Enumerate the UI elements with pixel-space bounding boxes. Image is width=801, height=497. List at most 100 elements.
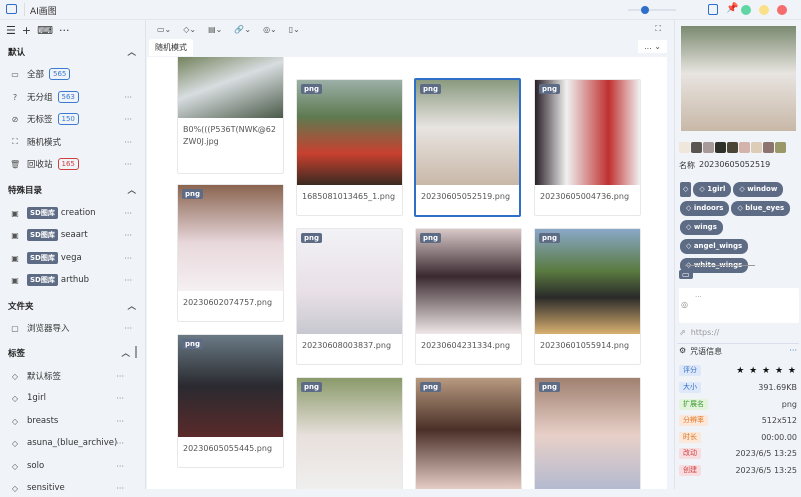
sidebar-item-trash[interactable]: 🗑 回收站 165 ··· xyxy=(0,155,146,173)
sidebar: ☰ + ⌨ ··· 默认 ︿ ▭ 全部 565 ? 无分组 563 ··· ⊘ 无标签 150 ··· … xyxy=(0,20,146,493)
image-card[interactable]: png 20230601055914.png xyxy=(534,228,641,365)
image-thumbnail[interactable]: png xyxy=(297,229,402,334)
rating-stars[interactable]: ★ ★ ★ ★ ★ xyxy=(736,366,797,376)
image-card[interactable]: png 20230608003837.png xyxy=(296,228,403,365)
tag-icon: ◇ xyxy=(11,393,19,403)
tag-chip[interactable]: ◇ wings xyxy=(680,220,723,235)
info-modified: 改动 2023/6/5 13:25 xyxy=(679,447,797,460)
zoom-slider-handle[interactable] xyxy=(641,6,649,14)
section-special[interactable]: 特殊目录 ︿ xyxy=(0,181,146,199)
color-swatch[interactable] xyxy=(715,142,726,153)
tag-item[interactable]: ◇ sensitive ··· xyxy=(0,479,146,497)
image-thumbnail[interactable]: png xyxy=(297,80,402,185)
tag-item[interactable]: ◇ solo ··· xyxy=(0,457,146,475)
question-icon: ? xyxy=(12,92,18,102)
color-swatch[interactable] xyxy=(751,142,762,153)
sidebar-toggle-icon[interactable] xyxy=(6,4,17,14)
chevron-up-icon[interactable]: ︿ xyxy=(121,347,130,359)
image-thumbnail[interactable]: png xyxy=(535,229,640,334)
color-swatch[interactable] xyxy=(727,142,738,153)
zoom-slider[interactable] xyxy=(628,9,676,11)
add-folder-button[interactable]: ▭ xyxy=(679,270,693,279)
image-card[interactable]: B0%(((P536T(NWK@62ZW0J.jpg xyxy=(177,57,284,174)
image-card[interactable]: png 20230605055445.png xyxy=(177,334,284,468)
tab-random-mode[interactable]: 随机模式 xyxy=(149,39,193,56)
sidebar-item-creation[interactable]: ▣ SD图库 creation ··· xyxy=(0,204,146,222)
sidebar-item-ungrouped[interactable]: ? 无分组 563 ··· xyxy=(0,88,146,106)
image-card[interactable]: png 20230602074757.png xyxy=(177,184,284,322)
tag-chip[interactable]: ◇ 1girl xyxy=(693,182,732,197)
image-card[interactable]: png xyxy=(415,377,522,489)
keyboard-icon[interactable]: ⌨ xyxy=(37,24,53,37)
section-default[interactable]: 默认 ︿ xyxy=(0,43,146,61)
image-thumbnail[interactable]: png xyxy=(297,378,402,489)
tag-chip[interactable]: ◇ angel_wings xyxy=(680,239,749,254)
sidebar-item-all[interactable]: ▭ 全部 565 xyxy=(0,65,146,83)
color-swatch[interactable] xyxy=(775,142,786,153)
color-swatch[interactable] xyxy=(739,142,750,153)
tag-chip[interactable]: ◇ window xyxy=(733,182,784,197)
image-icon: ▣ xyxy=(11,253,19,263)
tag-item[interactable]: ◇ 1girl ··· xyxy=(0,389,146,407)
sidebar-item-untagged[interactable]: ⊘ 无标签 150 ··· xyxy=(0,110,146,128)
tab-menu-button[interactable]: ... ⌄ xyxy=(638,40,667,53)
note-dropdown-icon[interactable]: ▤⌄ xyxy=(208,25,222,34)
color-swatch[interactable] xyxy=(691,142,702,153)
chevron-up-icon[interactable]: ︿ xyxy=(127,300,136,312)
color-swatch[interactable] xyxy=(679,142,690,153)
scrollbar[interactable] xyxy=(135,346,137,358)
image-thumbnail[interactable]: png xyxy=(535,378,640,489)
note-field[interactable]: ◎ ... xyxy=(679,288,799,323)
tag-dropdown-icon[interactable]: ◇⌄ xyxy=(183,25,196,34)
folder-dropdown-icon[interactable]: ▭⌄ xyxy=(157,25,171,34)
panel-toggle-icon[interactable] xyxy=(708,4,718,15)
sidebar-item-arthub[interactable]: ▣ SD图库 arthub ··· xyxy=(0,271,146,289)
info-more-button[interactable]: ··· xyxy=(789,346,797,357)
menu-icon[interactable]: ☰ xyxy=(6,24,16,37)
tag-chip[interactable]: ◇ indoors xyxy=(680,201,730,216)
fullscreen-icon[interactable]: ⛶ xyxy=(655,24,661,34)
window-maximize-button[interactable] xyxy=(741,5,751,15)
chevron-up-icon[interactable]: ︿ xyxy=(127,184,136,196)
image-card[interactable]: png 20230604231334.png xyxy=(415,228,522,365)
window-close-button[interactable] xyxy=(777,5,787,15)
tag-item[interactable]: ◇ breasts ··· xyxy=(0,412,146,430)
app-title: AI画图 xyxy=(30,7,57,17)
color-swatch[interactable] xyxy=(703,142,714,153)
window-minimize-button[interactable] xyxy=(759,5,769,15)
image-thumbnail[interactable]: png xyxy=(178,185,283,291)
preview-image[interactable] xyxy=(681,26,796,131)
file-dropdown-icon[interactable]: ▯⌄ xyxy=(289,25,300,34)
image-card[interactable]: png xyxy=(296,377,403,489)
image-thumbnail[interactable] xyxy=(178,57,283,118)
image-card[interactable]: png 20230605004736.png xyxy=(534,79,641,216)
sidebar-item-seaart[interactable]: ▣ SD图库 seaart ··· xyxy=(0,226,146,244)
more-icon[interactable]: ··· xyxy=(59,24,70,37)
image-thumbnail[interactable]: png xyxy=(416,229,521,334)
section-tags[interactable]: 标签 ︿ xyxy=(0,344,146,362)
image-thumbnail[interactable]: png xyxy=(416,80,519,185)
image-thumbnail[interactable]: png xyxy=(416,378,521,489)
link-icon: ⇗ xyxy=(679,328,686,337)
image-card[interactable]: png 1685081013465_1.png xyxy=(296,79,403,216)
link-dropdown-icon[interactable]: 🔗⌄ xyxy=(234,25,251,34)
image-card-selected[interactable]: png 20230605052519.png xyxy=(414,78,521,217)
image-card[interactable]: png xyxy=(534,377,641,489)
tag-item[interactable]: ◇ asuna_(blue_archive) ··· xyxy=(0,434,146,452)
sidebar-item-vega[interactable]: ▣ SD图库 vega ··· xyxy=(0,249,146,267)
sidebar-item-random-mode[interactable]: ⛶ 随机模式 ··· xyxy=(0,133,146,151)
image-thumbnail[interactable]: png xyxy=(535,80,640,185)
add-tag-button[interactable]: ◇ xyxy=(680,182,692,197)
tag-chip[interactable]: ◇ blue_eyes xyxy=(731,201,791,216)
color-swatch[interactable] xyxy=(763,142,774,153)
sidebar-item-browser-import[interactable]: ▢ 浏览器导入 ··· xyxy=(0,319,146,337)
chevron-up-icon[interactable]: ︿ xyxy=(127,46,136,58)
url-field[interactable]: ⇗ https:// xyxy=(679,328,719,337)
name-field[interactable]: 20230605052519 xyxy=(699,160,770,171)
tag-item[interactable]: ◇ 默认标签 ··· xyxy=(0,367,146,385)
pin-icon[interactable]: 📌 xyxy=(726,3,738,14)
section-folders[interactable]: 文件夹 ︿ xyxy=(0,297,146,315)
add-icon[interactable]: + xyxy=(22,24,31,37)
image-thumbnail[interactable]: png xyxy=(178,335,283,437)
palette-dropdown-icon[interactable]: ◎⌄ xyxy=(263,25,277,34)
